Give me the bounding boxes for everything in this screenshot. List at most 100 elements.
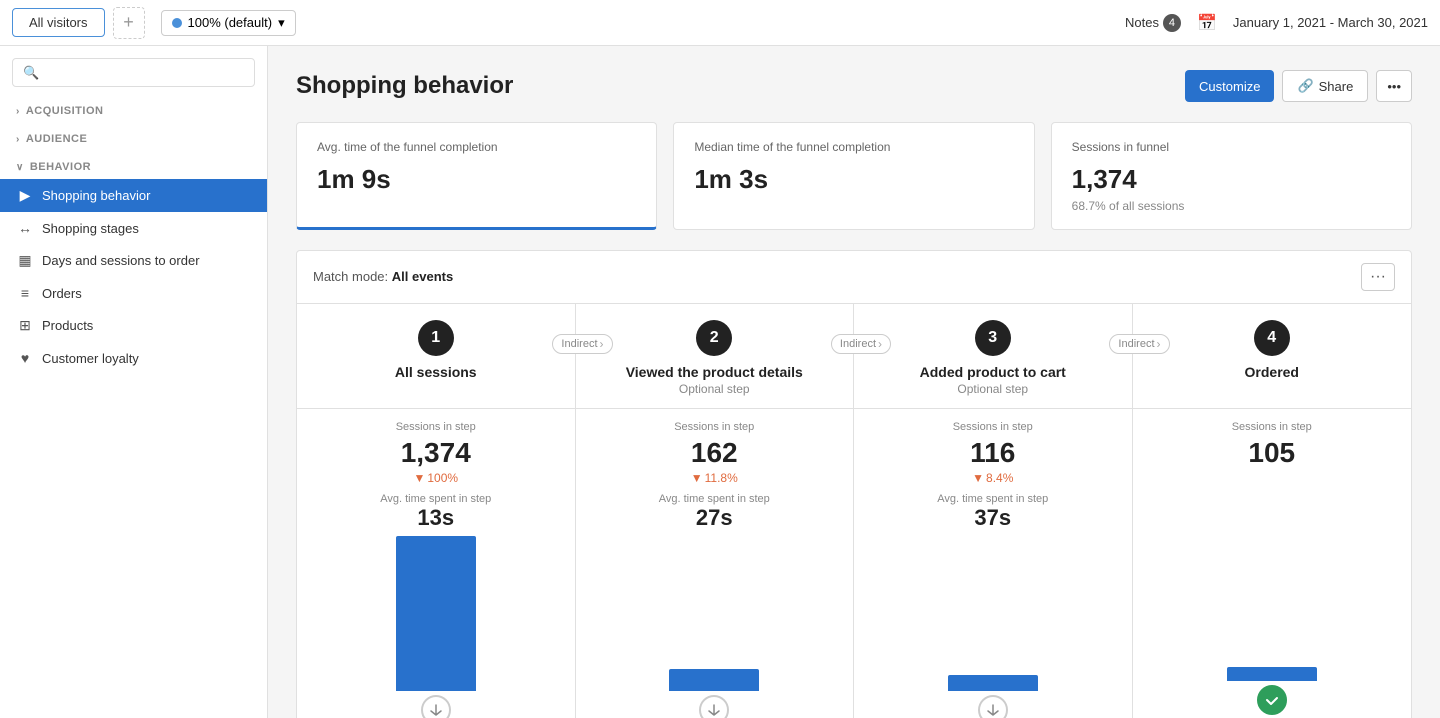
- share-label: Share: [1319, 79, 1354, 94]
- orders-icon: ≡: [16, 285, 34, 301]
- sidebar-group-header-behavior[interactable]: ∨ BEHAVIOR: [0, 155, 267, 179]
- metric-sub-sessions-funnel: 68.7% of all sessions: [1072, 199, 1391, 213]
- step-optional-3: Optional step: [866, 382, 1120, 396]
- bar-1: [396, 536, 476, 691]
- chevron-right-icon: ›: [16, 106, 20, 117]
- sessions-value-2: 162: [691, 437, 738, 469]
- funnel-data-grid: Sessions in step 1,374 ▼ 100% Avg. time …: [297, 409, 1411, 718]
- step-circle-1: 1: [418, 320, 454, 356]
- tab-add-button[interactable]: +: [113, 7, 145, 39]
- funnel-more-button[interactable]: ···: [1361, 263, 1395, 291]
- more-button[interactable]: •••: [1376, 70, 1412, 102]
- drop-icon-2: [699, 695, 729, 718]
- sidebar-item-shopping-behavior[interactable]: ▶ Shopping behavior: [0, 179, 267, 212]
- page-title: Shopping behavior: [296, 72, 513, 100]
- link-icon: 🔗: [1297, 78, 1313, 94]
- sidebar-group-audience: › AUDIENCE: [0, 127, 267, 151]
- metric-label-avg-time: Avg. time of the funnel completion: [317, 139, 636, 156]
- time-label-1: Avg. time spent in step: [380, 493, 491, 505]
- indirect-label-3: Indirect: [1118, 338, 1154, 350]
- funnel-data-col-1: Sessions in step 1,374 ▼ 100% Avg. time …: [297, 409, 576, 718]
- metric-card-median-time: Median time of the funnel completion 1m …: [673, 122, 1034, 230]
- customize-button[interactable]: Customize: [1185, 70, 1274, 102]
- sidebar-group-header-audience[interactable]: › AUDIENCE: [0, 127, 267, 151]
- chevron-down-icon-behavior: ∨: [16, 162, 24, 173]
- funnel-step-1: 1 All sessions Indirect ›: [297, 304, 576, 408]
- funnel-step-3: 3 Added product to cart Optional step In…: [854, 304, 1133, 408]
- sessions-label-4: Sessions in step: [1232, 421, 1312, 433]
- step-name-3: Added product to cart: [866, 364, 1120, 380]
- indirect-badge-3: Indirect ›: [1109, 334, 1169, 354]
- data-pct-1: ▼ 100%: [413, 471, 458, 485]
- chevron-down-icon: ▾: [278, 15, 285, 31]
- share-button[interactable]: 🔗 Share: [1282, 70, 1368, 102]
- pct-value-1: 100%: [427, 471, 458, 485]
- sidebar-group-label-acquisition: ACQUISITION: [26, 105, 104, 117]
- metric-card-sessions-funnel: Sessions in funnel 1,374 68.7% of all se…: [1051, 122, 1412, 230]
- step-name-4: Ordered: [1145, 364, 1400, 380]
- content-header: Shopping behavior Customize 🔗 Share •••: [296, 70, 1412, 102]
- indirect-arrow-1: ›: [600, 337, 604, 351]
- bar-2: [669, 669, 759, 691]
- header-actions: Customize 🔗 Share •••: [1185, 70, 1412, 102]
- step-name-1: All sessions: [309, 364, 563, 380]
- indirect-label-2: Indirect: [840, 338, 876, 350]
- sidebar-item-label-customer-loyalty: Customer loyalty: [42, 351, 139, 366]
- step-optional-2: Optional step: [588, 382, 842, 396]
- sessions-label-1: Sessions in step: [396, 421, 476, 433]
- sidebar-item-customer-loyalty[interactable]: ♥ Customer loyalty: [0, 342, 267, 374]
- arrow-down-icon-2: ▼: [691, 471, 703, 485]
- notes-button[interactable]: Notes 4: [1125, 14, 1181, 32]
- indirect-arrow-3: ›: [1157, 337, 1161, 351]
- chevron-right-icon-audience: ›: [16, 134, 20, 145]
- sidebar-item-label-products: Products: [42, 318, 93, 333]
- metric-card-avg-time: Avg. time of the funnel completion 1m 9s: [296, 122, 657, 230]
- step-circle-2: 2: [696, 320, 732, 356]
- metric-label-sessions-funnel: Sessions in funnel: [1072, 139, 1391, 156]
- calendar-icon[interactable]: 📅: [1197, 13, 1217, 33]
- sessions-value-4: 105: [1248, 437, 1295, 469]
- main-content: Shopping behavior Customize 🔗 Share ••• …: [268, 46, 1440, 718]
- sidebar-item-orders[interactable]: ≡ Orders: [0, 277, 267, 309]
- sidebar-item-days-sessions[interactable]: ▦ Days and sessions to order: [0, 244, 267, 277]
- sidebar-item-label-shopping-behavior: Shopping behavior: [42, 188, 150, 203]
- segment-label: 100% (default): [188, 15, 273, 30]
- step-circle-4: 4: [1254, 320, 1290, 356]
- sidebar-group-header-acquisition[interactable]: › ACQUISITION: [0, 99, 267, 123]
- sidebar-item-products[interactable]: ⊞ Products: [0, 309, 267, 342]
- step-circle-3: 3: [975, 320, 1011, 356]
- sessions-value-1: 1,374: [401, 437, 471, 469]
- sidebar-item-label-shopping-stages: Shopping stages: [42, 221, 139, 236]
- funnel-step-4: 4 Ordered: [1133, 304, 1412, 408]
- data-pct-3: ▼ 8.4%: [972, 471, 1013, 485]
- arrow-down-icon-1: ▼: [413, 471, 425, 485]
- time-label-3: Avg. time spent in step: [937, 493, 1048, 505]
- sidebar-item-shopping-stages[interactable]: ↔ Shopping stages: [0, 212, 267, 244]
- sidebar-group-behavior: ∨ BEHAVIOR ▶ Shopping behavior ↔ Shoppin…: [0, 155, 267, 374]
- tab-all-visitors[interactable]: All visitors: [12, 8, 105, 37]
- drop-icon-4: [1257, 685, 1287, 715]
- time-label-2: Avg. time spent in step: [659, 493, 770, 505]
- segment-selector[interactable]: 100% (default) ▾: [161, 10, 296, 36]
- search-input[interactable]: [12, 58, 255, 87]
- shopping-behavior-icon: ▶: [16, 187, 34, 204]
- bar-area-1: [309, 531, 563, 691]
- time-value-2: 27s: [696, 505, 733, 531]
- main-layout: › ACQUISITION › AUDIENCE ∨ BEHAVIOR ▶ Sh…: [0, 46, 1440, 718]
- step-name-2: Viewed the product details: [588, 364, 842, 380]
- bar-4: [1227, 667, 1317, 681]
- metric-label-median-time: Median time of the funnel completion: [694, 139, 1013, 156]
- indirect-label-1: Indirect: [561, 338, 597, 350]
- indirect-badge-1: Indirect ›: [552, 334, 612, 354]
- arrow-down-icon-3: ▼: [972, 471, 984, 485]
- topbar: All visitors + 100% (default) ▾ Notes 4 …: [0, 0, 1440, 46]
- match-mode-value: All events: [392, 269, 453, 284]
- funnel-section: Match mode: All events ··· 1 All session…: [296, 250, 1412, 718]
- match-mode-label: Match mode:: [313, 269, 388, 284]
- pct-value-2: 11.8%: [705, 471, 738, 485]
- bar-area-3: [866, 531, 1120, 691]
- notes-label: Notes: [1125, 15, 1159, 30]
- sidebar-group-label-audience: AUDIENCE: [26, 133, 87, 145]
- funnel-header: Match mode: All events ···: [297, 251, 1411, 304]
- bar-area-2: [588, 531, 842, 691]
